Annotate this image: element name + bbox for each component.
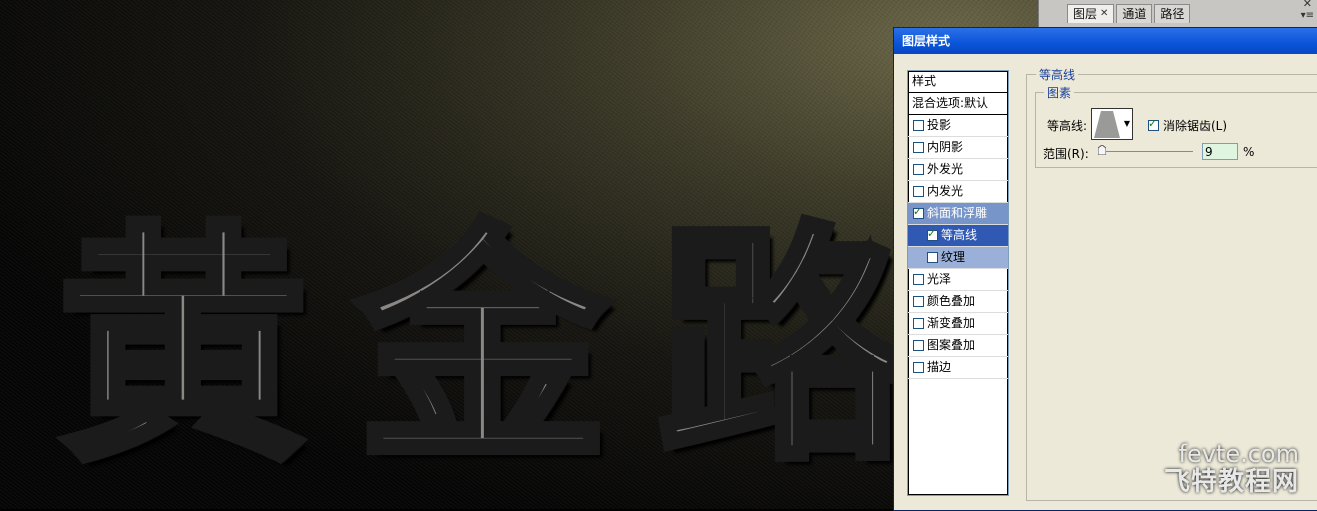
tab-layers-label: 图层 — [1073, 7, 1098, 21]
checkbox[interactable] — [913, 296, 924, 307]
range-unit: % — [1243, 145, 1255, 159]
style-list: 样式 混合选项:默认 投影 内阴影 外发光 内发光 斜面和浮雕 等高线 纹理 — [907, 70, 1009, 496]
checkbox[interactable] — [913, 164, 924, 175]
watermark-domain: fevte.com — [1178, 440, 1299, 468]
layer-style-dialog: 图层样式 样式 混合选项:默认 投影 内阴影 外发光 内发光 斜面和浮雕 等高线 — [893, 27, 1317, 511]
style-item-label: 外发光 — [927, 162, 964, 176]
range-slider-track[interactable] — [1101, 151, 1193, 152]
style-item-gradient-overlay[interactable]: 渐变叠加 — [908, 313, 1008, 335]
anti-alias-checkbox[interactable]: 消除锯齿(L) — [1148, 116, 1228, 134]
watermark: fevte.com 飞特教程网 — [1164, 441, 1299, 497]
style-item-inner-shadow[interactable]: 内阴影 — [908, 137, 1008, 159]
slider-thumb-icon[interactable] — [1098, 145, 1106, 155]
checkbox[interactable] — [913, 318, 924, 329]
tab-paths-label: 路径 — [1160, 7, 1185, 21]
group-title: 等高线 — [1036, 66, 1079, 83]
checkbox[interactable] — [913, 142, 924, 153]
range-input[interactable]: 9 — [1202, 143, 1238, 160]
anti-alias-label: 消除锯齿(L) — [1163, 119, 1228, 133]
checkbox[interactable] — [913, 274, 924, 285]
style-item-bevel-emboss[interactable]: 斜面和浮雕 — [908, 203, 1008, 225]
style-item-label: 纹理 — [941, 250, 966, 264]
title-char-3: 路 — [654, 202, 913, 493]
styles-header[interactable]: 样式 — [908, 71, 1008, 93]
contour-preview[interactable] — [1091, 108, 1123, 140]
style-item-texture[interactable]: 纹理 — [908, 247, 1008, 269]
checkbox[interactable] — [927, 252, 938, 263]
checkbox[interactable] — [913, 120, 924, 131]
panel-menu-icon[interactable]: ▾≡ — [1301, 10, 1314, 21]
style-item-outer-glow[interactable]: 外发光 — [908, 159, 1008, 181]
range-label: 范围(R): — [1043, 147, 1089, 161]
style-item-label: 描边 — [927, 360, 952, 374]
checkbox[interactable] — [913, 362, 924, 373]
tab-paths[interactable]: 路径 — [1154, 4, 1191, 23]
layers-panel: 图层 ✕ 通道 路径 ✕ ▾≡ — [1038, 0, 1317, 30]
checkbox[interactable] — [913, 186, 924, 197]
style-item-label: 内阴影 — [927, 140, 964, 154]
contour-label: 等高线: — [1047, 119, 1088, 133]
style-item-label: 斜面和浮雕 — [927, 206, 988, 220]
panel-close-icon[interactable]: ✕ — [1303, 0, 1312, 10]
style-item-label: 等高线 — [941, 228, 978, 242]
title-char-1: 黄 — [54, 202, 313, 493]
tab-layers[interactable]: 图层 ✕ — [1067, 4, 1115, 23]
style-item-label: 内发光 — [927, 184, 964, 198]
style-item-inner-glow[interactable]: 内发光 — [908, 181, 1008, 203]
checkbox-checked[interactable] — [913, 204, 924, 220]
style-item-contour[interactable]: 等高线 — [908, 225, 1008, 247]
embossed-title-text: 黄 金 路 — [54, 202, 913, 493]
title-char-2: 金 — [354, 202, 613, 493]
style-item-drop-shadow[interactable]: 投影 — [908, 115, 1008, 137]
blend-options-item[interactable]: 混合选项:默认 — [908, 93, 1008, 115]
checkbox-checked[interactable] — [1148, 116, 1159, 132]
contour-curve-icon — [1092, 109, 1122, 139]
style-item-label: 渐变叠加 — [927, 316, 976, 330]
style-item-label: 投影 — [927, 118, 952, 132]
dialog-title[interactable]: 图层样式 — [894, 28, 1317, 54]
style-item-color-overlay[interactable]: 颜色叠加 — [908, 291, 1008, 313]
checkbox[interactable] — [913, 340, 924, 351]
style-item-label: 图案叠加 — [927, 338, 976, 352]
tab-channels-label: 通道 — [1122, 7, 1147, 21]
chevron-down-icon[interactable]: ▼ — [1122, 108, 1133, 140]
tab-close-icon[interactable]: ✕ — [1100, 5, 1108, 23]
style-item-label: 颜色叠加 — [927, 294, 976, 308]
watermark-site-name: 飞特教程网 — [1163, 467, 1299, 497]
style-item-pattern-overlay[interactable]: 图案叠加 — [908, 335, 1008, 357]
style-item-satin[interactable]: 光泽 — [908, 269, 1008, 291]
style-item-label: 光泽 — [927, 272, 952, 286]
style-item-stroke[interactable]: 描边 — [908, 357, 1008, 379]
checkbox-checked[interactable] — [927, 226, 938, 242]
layers-panel-tabs: 图层 ✕ 通道 路径 — [1067, 4, 1192, 23]
subgroup-title: 图素 — [1044, 84, 1075, 101]
tab-channels[interactable]: 通道 — [1116, 4, 1153, 23]
